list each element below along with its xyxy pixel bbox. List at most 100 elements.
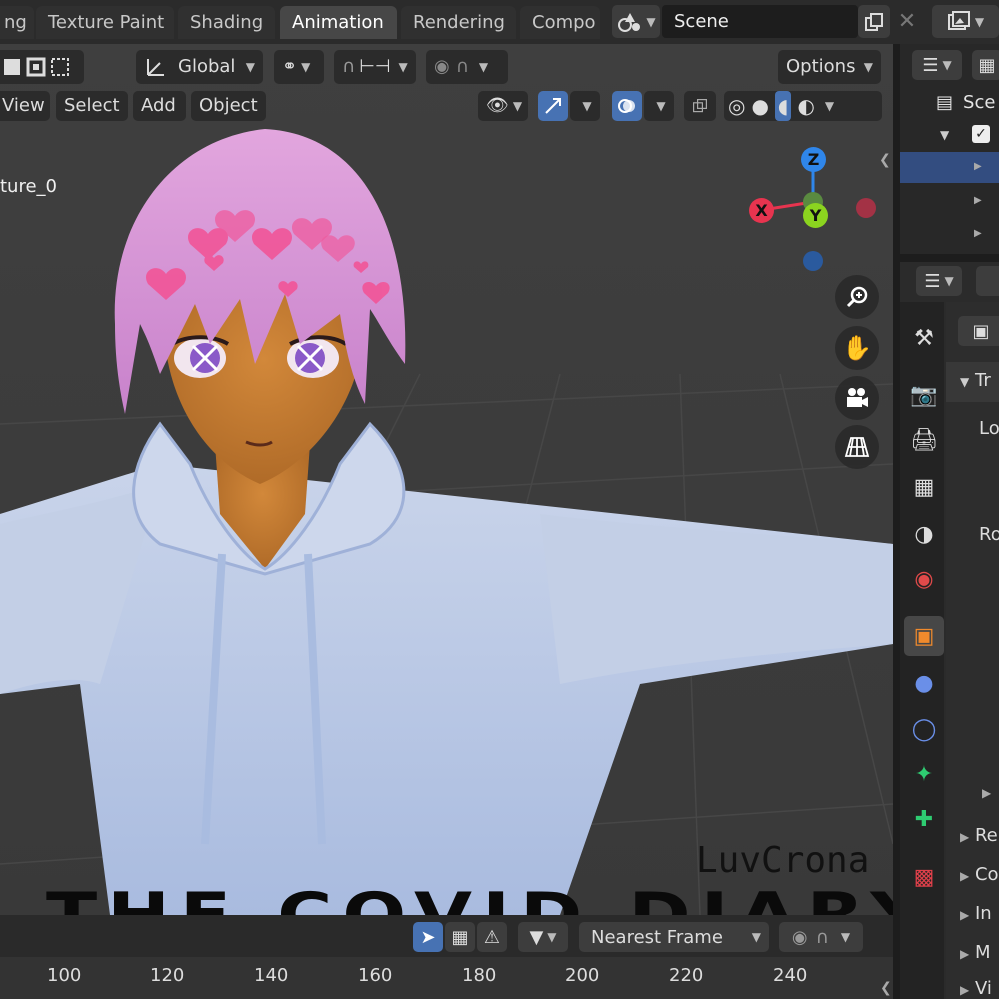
chevron-down-icon: ▼ [863, 60, 873, 74]
gizmo-y-axis[interactable]: Y [803, 203, 828, 228]
snapping-controls[interactable]: ∩ ⊢⊣ ▼ [334, 50, 416, 84]
modifiers-tab-icon[interactable]: ● [904, 663, 944, 703]
collection-checkbox[interactable]: ✓ [972, 125, 990, 143]
select-menu[interactable]: Select [56, 91, 128, 121]
xray-icon [693, 99, 707, 113]
collapsed-arrow-icon: ▶ [960, 869, 970, 883]
proportional-editing-controls[interactable]: ◉ ∩ ▼ [426, 50, 508, 84]
outliner-scene-row[interactable]: ▤ Sce [936, 92, 995, 113]
filter-dropdown[interactable]: ▼ ▼ [518, 922, 568, 952]
editor-type-dropdown[interactable]: ☰ ▼ [916, 266, 962, 296]
outliner-icon: ☰ [922, 54, 939, 76]
magnet-icon: ∩ [342, 56, 356, 77]
wireframe-shading-icon[interactable]: ◎ [728, 91, 745, 121]
camera-view-button[interactable] [835, 376, 879, 420]
close-icon[interactable]: ✕ [892, 5, 922, 38]
snap-mode-dropdown[interactable]: Nearest Frame ▼ [579, 922, 769, 952]
gizmo-toggle-button[interactable] [538, 91, 568, 121]
warning-button[interactable]: ⚠ [477, 922, 507, 952]
output-tab-icon[interactable]: 🖨 [904, 420, 944, 460]
object-data-tab-icon[interactable]: ✚ [904, 799, 944, 839]
world-tab-icon[interactable]: ◉ [904, 559, 944, 599]
selection-mode-buttons[interactable] [0, 50, 84, 84]
solid-shading-icon[interactable]: ● [751, 91, 768, 121]
orientation-label: Global [178, 56, 236, 77]
overlays-dropdown[interactable]: ▼ [644, 91, 674, 121]
rendered-shading-icon[interactable]: ◐ [797, 91, 814, 121]
zoom-button[interactable] [835, 275, 879, 319]
add-menu[interactable]: Add [133, 91, 186, 121]
tab-workspace-partial[interactable]: ng [0, 6, 34, 39]
view-layer-tab-icon[interactable]: ▦ [904, 467, 944, 507]
child-arrow-icon: ▶ [974, 195, 982, 206]
pan-button[interactable]: ✋ [835, 326, 879, 370]
motion-paths-section[interactable]: ▶ M [960, 942, 991, 963]
render-tab-icon[interactable]: 📷 [904, 375, 944, 415]
view-layer-icon[interactable]: ▦ [972, 50, 999, 80]
box-select-button[interactable]: ▦ [445, 922, 475, 952]
object-type-dropdown[interactable]: ▣ [958, 316, 999, 346]
visibility-section[interactable]: ▶ Vi [960, 978, 992, 999]
select-tool-button[interactable]: ➤ [413, 922, 443, 952]
tab-animation[interactable]: Animation [280, 6, 397, 39]
subpanel-arrow-icon[interactable]: ▶ [982, 786, 991, 800]
constraints-tab-icon[interactable]: ✦ [904, 754, 944, 794]
3d-viewport[interactable]: Global ▼ ⚭ ▼ ∩ ⊢⊣ ▼ ◉ ∩ ▼ Options ▼ View Se… [0, 44, 893, 915]
properties-icon: ☰ [924, 270, 941, 292]
chevron-down-icon: ▼ [582, 99, 592, 113]
frame-ruler[interactable] [0, 957, 893, 999]
material-preview-icon[interactable]: ◖ [774, 91, 792, 121]
pivot-point-dropdown[interactable]: ⚭ ▼ [274, 50, 324, 84]
relations-section[interactable]: ▶ Re [960, 825, 998, 846]
zoom-icon [846, 286, 868, 308]
material-tab-icon[interactable]: ▩ [904, 857, 944, 897]
new-scene-button[interactable] [858, 5, 890, 38]
chevron-down-icon: ▼ [646, 14, 656, 29]
shading-mode-buttons[interactable]: ◎ ● ◖ ◐ ▼ [724, 91, 882, 121]
display-mode-dropdown[interactable]: ☰ ▼ [912, 50, 962, 80]
chevron-down-icon: ▼ [944, 274, 954, 288]
rotation-label: Ro [979, 524, 999, 545]
overlays-toggle-button[interactable] [612, 91, 642, 121]
collapsed-arrow-icon: ▶ [960, 947, 970, 961]
physics-tab-icon[interactable]: ◯ [904, 709, 944, 749]
view-menu[interactable]: View [0, 91, 50, 121]
object-menu[interactable]: Object [191, 91, 266, 121]
transform-orientation-dropdown[interactable]: Global ▼ [136, 50, 263, 84]
scene-collection-icon: ▤ [936, 92, 954, 113]
xray-toggle-button[interactable] [684, 91, 716, 121]
tab-rendering[interactable]: Rendering [401, 6, 516, 39]
outliner-selected-row[interactable] [900, 152, 999, 183]
tab-shading[interactable]: Shading [178, 6, 275, 39]
tab-compositing[interactable]: Compo [520, 6, 600, 39]
gizmo-dropdown[interactable]: ▼ [570, 91, 600, 121]
proportional-editing-controls[interactable]: ◉ ∩ ▼ [779, 922, 863, 952]
chevron-down-icon: ▼ [301, 60, 311, 74]
workspace-bar: ng Texture Paint Shading Animation Rende… [0, 0, 999, 44]
outliner-panel[interactable]: ☰ ▼ ▦ ▤ Sce ▼ ✓ ▶ ▶ ▶ [900, 44, 999, 254]
scene-tab-icon[interactable]: ◑ [904, 514, 944, 554]
visibility-dropdown[interactable]: 👁 ▼ [478, 91, 528, 121]
tab-texture-paint[interactable]: Texture Paint [36, 6, 174, 39]
tool-settings-tab-icon[interactable]: ⚒ [904, 318, 944, 358]
search-field[interactable] [976, 266, 999, 296]
options-dropdown[interactable]: Options ▼ [778, 50, 881, 84]
collections-section[interactable]: ▶ Co [960, 864, 999, 885]
timeline-expand-arrow-icon[interactable]: ❮ [880, 980, 892, 996]
chevron-down-icon: ▼ [398, 60, 408, 74]
perspective-toggle-button[interactable] [835, 425, 879, 469]
gizmo-icon [545, 98, 561, 114]
gizmo-x-axis[interactable]: X [749, 198, 774, 223]
expand-arrow-icon[interactable]: ▼ [940, 128, 949, 142]
object-tab-icon[interactable]: ▣ [904, 616, 944, 656]
gizmo-z-axis[interactable]: Z [801, 147, 826, 172]
object-icon: ▣ [972, 320, 990, 342]
scene-selector-button[interactable]: ▼ [612, 5, 660, 38]
timeline-editor[interactable]: ➤ ▦ ⚠ ▼ ▼ Nearest Frame ▼ ◉ ∩ ▼ [0, 915, 893, 999]
warning-icon: ⚠ [483, 926, 501, 948]
scene-name-field[interactable]: Scene [662, 5, 858, 38]
view-layer-selector[interactable]: ▼ [932, 5, 999, 38]
instancing-section[interactable]: ▶ In [960, 903, 992, 924]
hand-icon: ✋ [842, 334, 872, 362]
chevron-down-icon: ▼ [942, 58, 952, 72]
